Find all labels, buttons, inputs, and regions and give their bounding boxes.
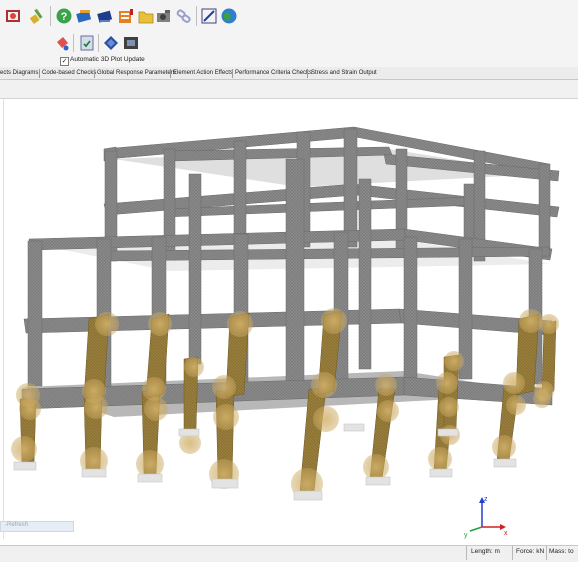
secondary-toolbar [0,32,578,55]
auto-plot-label: Automatic 3D Plot Update [70,56,145,63]
brush-icon[interactable] [28,7,46,25]
link-icon[interactable] [175,7,193,25]
diamond-icon[interactable] [102,34,120,52]
clipboard-check-icon[interactable] [78,34,96,52]
book-dark-icon[interactable] [96,7,114,25]
structural-frame-render: z x y [11,126,560,539]
tab-global-response-parameters[interactable]: Global Response Parameters [97,69,176,78]
tab-stress-and-strain-output[interactable]: Stress and Strain Output [311,69,377,78]
tab-element-action-effects[interactable]: Element Action Effects [173,69,233,78]
z-axis-label: z [484,496,488,503]
svg-text:?: ? [61,11,68,23]
camera-icon[interactable] [155,7,173,25]
x-axis-label: x [504,530,508,537]
edit-icon[interactable] [200,7,218,25]
tab-code-based-checks[interactable]: Code-based Checks [42,69,96,78]
main-toolbar: ? [0,0,578,33]
3d-model-viewport[interactable]: z x y [3,99,577,539]
book-blue-icon[interactable] [75,7,93,25]
wrench-frame-icon[interactable] [4,7,22,25]
tab-effects-diagrams[interactable]: ects Diagrams [0,69,38,78]
flag-table-icon[interactable] [117,7,135,25]
refresh-label: -Refresh [5,522,29,528]
help-icon[interactable]: ? [55,7,73,25]
tab-performance-criteria-checks[interactable]: Performance Criteria Checks [235,69,312,78]
refresh-panel[interactable]: -Refresh [0,521,74,532]
status-force-unit: Force: kN [516,548,545,555]
paint-bucket-icon[interactable] [53,34,71,52]
status-length-unit: Length: m [471,548,500,555]
status-mass-unit: Mass: to [549,548,574,555]
axis-triad: z x y [464,496,508,539]
auto-plot-checkbox[interactable]: ✓ [60,57,69,66]
globe-icon[interactable] [220,7,238,25]
folder-icon[interactable] [137,7,155,25]
y-axis-label: y [464,532,468,539]
film-icon[interactable] [122,34,140,52]
viewport-header [0,80,578,99]
